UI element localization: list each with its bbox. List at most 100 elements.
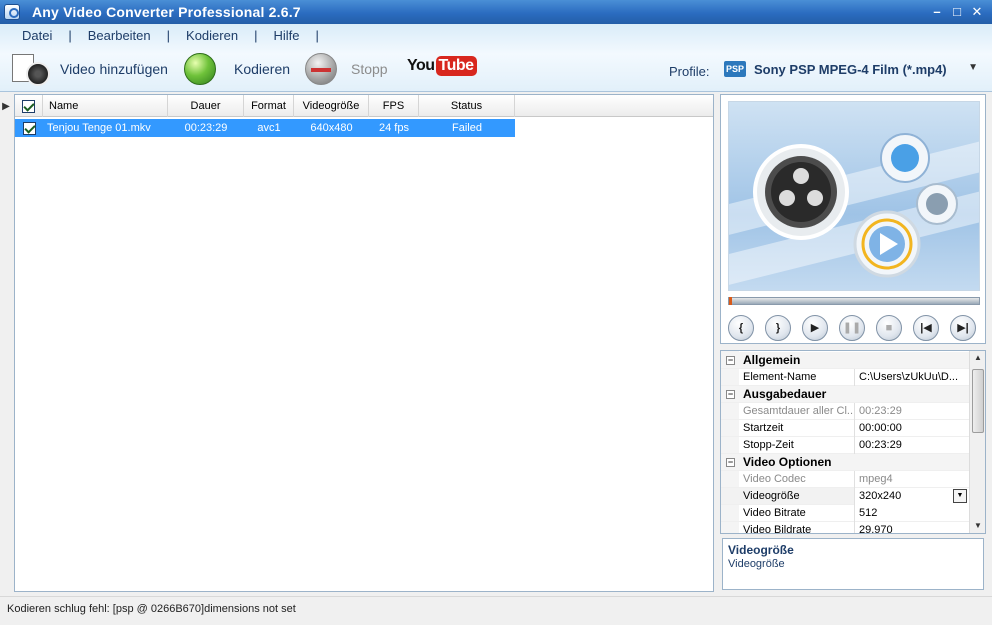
header-select-all[interactable] [15,95,43,117]
property-name: Gesamtdauer aller Cl... [743,405,853,417]
property-name: Element-Name [743,371,817,383]
collapse-panel-arrow-icon[interactable]: ▶ [0,94,12,120]
stop-label: Stopp [351,61,388,77]
encode-button[interactable]: Kodieren [184,52,290,86]
film-reel-icon [12,52,54,86]
table-row[interactable]: Tenjou Tenge 01.mkv 00:23:29 avc1 640x48… [15,119,515,137]
profile-dropdown[interactable]: PSP Sony PSP MPEG-4 Film (*.mp4) ▼ [720,57,984,81]
collapse-icon[interactable]: − [726,458,735,467]
play-button[interactable]: ▶ [802,315,828,341]
menu-hilfe[interactable]: Hilfe [257,28,315,43]
youtube-button[interactable]: You Tube [407,56,477,76]
youtube-logo-you: You [407,57,435,74]
property-scrollbar[interactable]: ▲ ▼ [969,351,985,533]
title-bar: Any Video Converter Professional 2.6.7 –… [0,0,992,24]
status-bar: Kodieren schlug fehl: [psp @ 0266B670]di… [0,596,992,625]
next-button[interactable]: ▶| [950,315,976,341]
property-name: Video Codec [743,473,806,485]
column-name[interactable]: Name [43,95,168,117]
profile-value: Sony PSP MPEG-4 Film (*.mp4) [754,61,947,77]
property-value[interactable]: 320x240 [854,488,969,505]
minimize-button[interactable]: – [928,3,946,21]
collapse-icon[interactable]: − [726,390,735,399]
app-icon [4,4,20,20]
row-fps: 24 fps [379,122,409,134]
property-value[interactable]: 512 [854,505,969,522]
property-value[interactable]: 29.970 [854,522,969,533]
property-total-duration[interactable]: Gesamtdauer aller Cl... 00:23:29 [721,403,969,420]
property-value[interactable]: 00:00:00 [854,420,969,437]
status-text: Kodieren schlug fehl: [psp @ 0266B670]di… [7,603,296,615]
select-all-checkbox[interactable] [22,99,35,113]
category-label: Video Optionen [743,455,832,469]
previous-button[interactable]: |◀ [913,315,939,341]
file-list[interactable]: Name Dauer Format Videogröße FPS Status … [14,94,714,592]
encode-label: Kodieren [234,61,291,77]
preview-panel: { } ▶ ❚❚ ■ |◀ ▶| [720,94,986,344]
property-element-name[interactable]: Element-Name C:\Users\zUkUu\D... [721,369,969,386]
chevron-down-icon[interactable]: ▼ [953,489,967,503]
property-name: Videogröße [743,490,800,502]
scroll-up-icon[interactable]: ▲ [970,351,985,365]
add-video-label: Video hinzufügen [60,61,168,77]
column-status[interactable]: Status [419,95,515,117]
menu-bearbeiten[interactable]: Bearbeiten [72,28,167,43]
row-checkbox[interactable] [22,121,36,135]
property-value: mpeg4 [854,471,969,488]
row-checkbox-cell[interactable] [15,119,43,137]
psp-icon: PSP [724,61,746,77]
mark-out-button[interactable]: } [765,315,791,341]
category-video-options[interactable]: − Video Optionen [721,454,969,471]
description-title: Videogröße [728,543,794,557]
scroll-down-icon[interactable]: ▼ [970,519,985,533]
property-name: Video Bildrate [743,524,812,534]
property-video-bitrate[interactable]: Video Bitrate 512 [721,505,969,522]
property-start-time[interactable]: Startzeit 00:00:00 [721,420,969,437]
menu-datei[interactable]: Datei [6,28,68,43]
column-videosize[interactable]: Videogröße [294,95,369,117]
category-label: Allgemein [743,353,801,367]
property-grid[interactable]: − Allgemein Element-Name C:\Users\zUkUu\… [720,350,986,534]
stop-playback-button[interactable]: ■ [876,315,902,341]
property-video-size[interactable]: Videogröße 320x240 ▼ [721,488,969,505]
category-output-duration[interactable]: − Ausgabedauer [721,386,969,403]
property-description: Videogröße Videogröße [722,538,984,590]
row-name: Tenjou Tenge 01.mkv [47,122,151,134]
collapse-icon[interactable]: − [726,356,735,365]
scroll-thumb[interactable] [972,369,984,433]
row-videosize: 640x480 [310,122,353,134]
media-reel-icon [753,133,958,278]
maximize-button[interactable]: □ [948,3,966,21]
property-name: Video Bitrate [743,507,806,519]
column-format[interactable]: Format [244,95,294,117]
row-status: Failed [452,122,482,134]
property-video-codec[interactable]: Video Codec mpeg4 [721,471,969,488]
pause-button[interactable]: ❚❚ [839,315,865,341]
seek-thumb[interactable] [729,297,732,305]
column-duration[interactable]: Dauer [168,95,244,117]
property-value[interactable]: 00:23:29 [854,437,969,454]
close-button[interactable]: ✕ [968,3,986,21]
top-band: Datei | Bearbeiten | Kodieren | Hilfe | … [0,24,992,92]
category-general[interactable]: − Allgemein [721,352,969,369]
property-name: Stopp-Zeit [743,439,794,451]
row-format: avc1 [257,122,281,134]
column-fps[interactable]: FPS [369,95,419,117]
youtube-logo-tube: Tube [435,56,477,76]
menu-kodieren[interactable]: Kodieren [170,28,254,43]
seek-slider[interactable] [728,297,980,305]
add-video-button[interactable]: Video hinzufügen [12,52,168,86]
property-value[interactable]: C:\Users\zUkUu\D... [854,369,969,386]
stop-button[interactable]: Stopp [305,52,388,86]
property-name: Startzeit [743,422,784,434]
property-video-framerate[interactable]: Video Bildrate 29.970 [721,522,969,534]
encode-globe-icon [184,53,216,85]
file-list-header: Name Dauer Format Videogröße FPS Status [15,95,713,117]
mark-in-button[interactable]: { [728,315,754,341]
menu-bar: Datei | Bearbeiten | Kodieren | Hilfe | [6,26,319,44]
row-duration: 00:23:29 [184,122,228,134]
profile-label: Profile: [669,64,710,79]
toolbar: Video hinzufügen Kodieren Stopp You Tube… [0,48,992,90]
chevron-down-icon: ▼ [968,62,978,73]
property-stop-time[interactable]: Stopp-Zeit 00:23:29 [721,437,969,454]
